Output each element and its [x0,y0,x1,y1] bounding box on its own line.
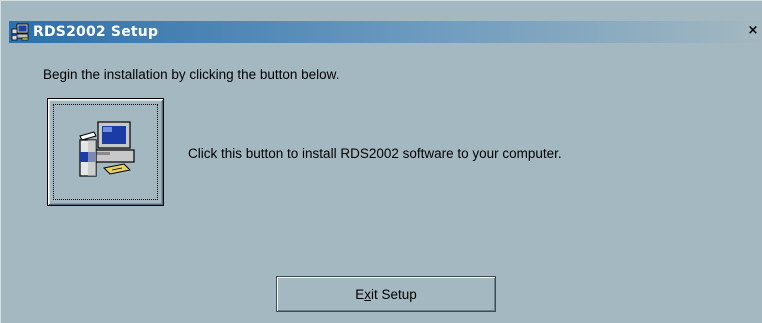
title-bar[interactable]: RDS2002 Setup × [9,21,762,43]
focus-ring [53,104,158,200]
setup-window: RDS2002 Setup × Begin the installation b… [0,0,762,323]
exit-label-mnemonic: x [364,286,371,302]
exit-label-post: it Setup [370,286,417,302]
close-icon: × [747,23,759,38]
install-button[interactable] [47,98,164,206]
install-description: Click this button to install RDS2002 sof… [188,146,562,161]
close-button[interactable]: × [745,23,761,39]
intro-text: Begin the installation by clicking the b… [43,67,340,82]
exit-label-pre: E [355,286,365,302]
window-title: RDS2002 Setup [33,24,159,40]
setup-computer-icon [11,23,29,41]
exit-setup-button[interactable]: Ex it Setup [276,276,496,312]
